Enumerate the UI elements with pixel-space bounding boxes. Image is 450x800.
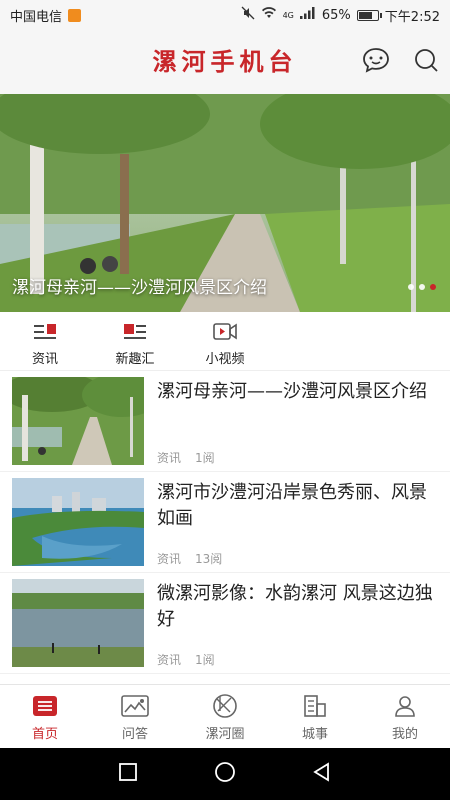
nav-city[interactable]: 城事 — [270, 685, 360, 749]
circle-icon — [212, 693, 238, 719]
tab-label: 小视频 — [205, 352, 245, 367]
wifi-icon — [261, 7, 277, 23]
tab-label: 新趣汇 — [115, 352, 155, 367]
carousel-dot-active[interactable] — [430, 284, 436, 290]
banner-caption: 漯河母亲河——沙澧河风景区介绍 — [12, 278, 267, 298]
nav-label: 我的 — [391, 727, 418, 742]
tab-fun-collection[interactable]: 新趣汇 — [90, 312, 180, 370]
system-nav-bar — [0, 748, 450, 800]
battery-percent: 65% — [321, 7, 351, 23]
nav-circle[interactable]: 漯河圈 — [180, 685, 270, 749]
banner-carousel[interactable]: 漯河母亲河——沙澧河风景区介绍 — [0, 94, 450, 312]
news-icon — [32, 320, 58, 344]
clock: 下午2:52 — [384, 9, 440, 25]
article-category: 资讯 — [157, 552, 182, 566]
carousel-dot[interactable] — [408, 284, 414, 290]
tab-video[interactable]: 小视频 — [180, 312, 270, 370]
article-reads: 13阅 — [195, 552, 223, 566]
nav-label: 城事 — [301, 727, 328, 742]
tab-label: 资讯 — [31, 352, 58, 367]
article-thumbnail — [12, 579, 144, 667]
carousel-dot[interactable] — [419, 284, 425, 290]
battery-icon — [356, 9, 382, 21]
profile-icon — [393, 693, 417, 719]
article-reads: 1阅 — [195, 451, 215, 465]
article-category: 资讯 — [157, 653, 182, 667]
status-bar: 中国电信 4G 65% 下午2:52 — [0, 0, 450, 30]
mute-icon — [241, 6, 255, 24]
article-title: 漯河市沙澧河沿岸景色秀丽、风景如画 — [157, 482, 427, 529]
list-item[interactable]: 漯河母亲河——沙澧河风景区介绍 资讯 1阅 — [0, 371, 450, 472]
nav-qa[interactable]: 问答 — [90, 685, 180, 749]
category-tabs: 资讯 新趣汇 小视频 — [0, 312, 450, 371]
signal-icon — [299, 7, 316, 23]
app-header: 漯河手机台 — [0, 30, 450, 94]
article-meta: 资讯 1阅 — [157, 449, 215, 466]
notification-icon — [68, 8, 82, 22]
chat-icon[interactable] — [358, 42, 394, 78]
article-title: 漯河母亲河——沙澧河风景区介绍 — [157, 381, 427, 402]
video-icon — [212, 320, 238, 344]
nav-home[interactable]: 首页 — [0, 685, 90, 749]
network-type: 4G — [282, 10, 294, 20]
recent-apps-button[interactable] — [118, 762, 138, 786]
article-list: 漯河母亲河——沙澧河风景区介绍 资讯 1阅 漯河市沙澧河沿岸景色秀丽、风景如画 … — [0, 371, 450, 674]
article-thumbnail — [12, 377, 144, 465]
city-icon — [302, 693, 328, 719]
back-button[interactable] — [312, 762, 332, 786]
article-category: 资讯 — [157, 451, 182, 465]
article-meta: 资讯 13阅 — [157, 550, 222, 567]
nav-label: 问答 — [121, 727, 148, 742]
fun-collection-icon — [122, 320, 148, 344]
home-button[interactable] — [214, 761, 236, 787]
list-item[interactable]: 微漯河影像：水韵漯河 风景这边独好 资讯 1阅 — [0, 573, 450, 674]
article-reads: 1阅 — [195, 653, 215, 667]
search-icon[interactable] — [408, 42, 444, 78]
nav-label: 漯河圈 — [205, 727, 245, 742]
home-icon — [32, 693, 58, 719]
carousel-indicator — [408, 284, 436, 290]
carrier-label: 中国电信 — [10, 9, 63, 25]
nav-label: 首页 — [31, 727, 58, 742]
qa-icon — [121, 693, 149, 719]
article-meta: 资讯 1阅 — [157, 651, 215, 668]
bottom-nav: 首页 问答 漯河圈 城事 我的 — [0, 684, 450, 749]
article-thumbnail — [12, 478, 144, 566]
article-title: 微漯河影像：水韵漯河 风景这边独好 — [157, 583, 433, 630]
tab-news[interactable]: 资讯 — [0, 312, 90, 370]
nav-profile[interactable]: 我的 — [360, 685, 450, 749]
list-item[interactable]: 漯河市沙澧河沿岸景色秀丽、风景如画 资讯 13阅 — [0, 472, 450, 573]
